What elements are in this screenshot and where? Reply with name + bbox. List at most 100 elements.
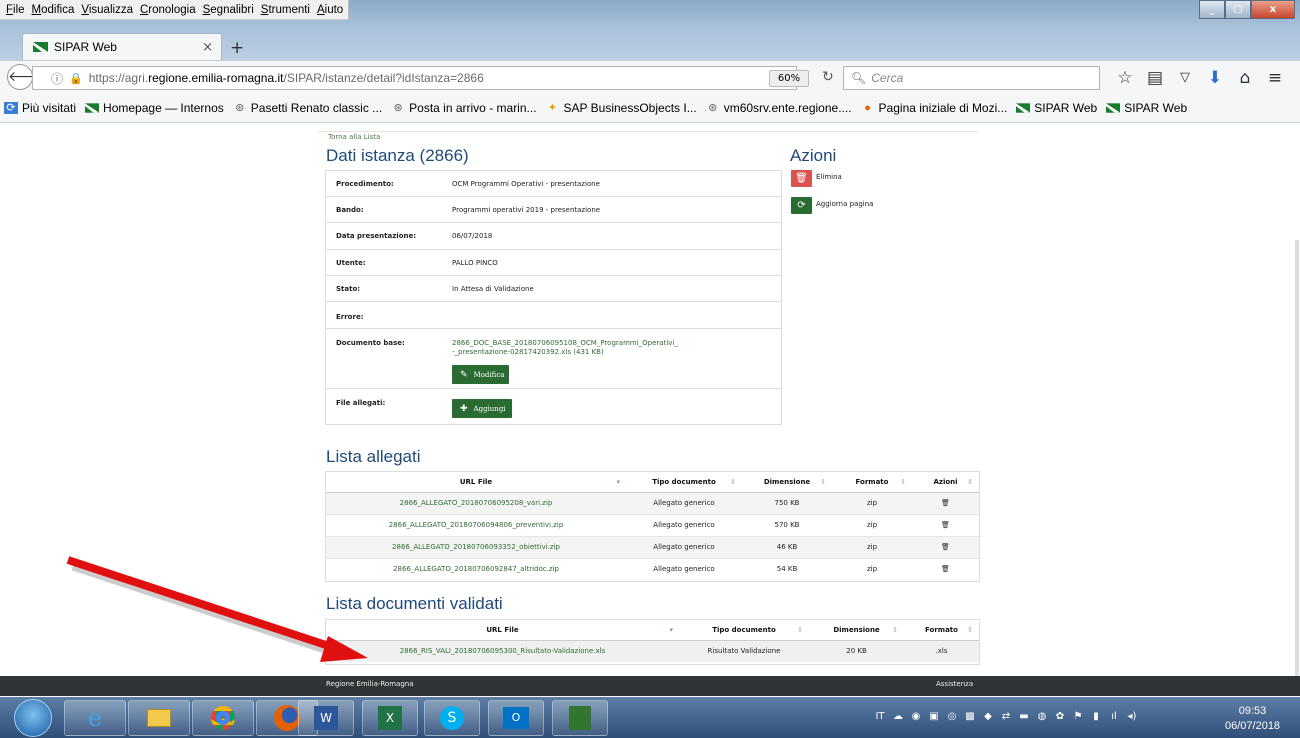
bookmark-item[interactable]: SIPAR Web bbox=[1016, 101, 1097, 115]
tray-signal-icon[interactable]: ıl bbox=[1106, 710, 1122, 724]
tray-security-icon[interactable]: ◆ bbox=[980, 710, 996, 724]
maximize-button[interactable]: ▢ bbox=[1225, 0, 1251, 19]
delete-icon[interactable]: 🗑︎ bbox=[912, 557, 979, 580]
tray-display-icon[interactable]: ▬ bbox=[1016, 710, 1032, 724]
menu-segnalibri[interactable]: Segnalibri bbox=[203, 4, 254, 16]
taskbar-app[interactable]: O bbox=[488, 700, 544, 736]
tipo-cell: Risultato Validazione bbox=[679, 639, 809, 662]
menu-file[interactable]: File bbox=[6, 4, 25, 16]
tab-close-icon[interactable]: × bbox=[202, 40, 213, 55]
taskbar-app[interactable]: W bbox=[298, 700, 354, 736]
minimize-button[interactable]: _ bbox=[1199, 0, 1225, 19]
col-formato[interactable]: Formato ⇕ bbox=[832, 473, 912, 493]
taskbar-clock[interactable]: 09:53 06/07/2018 bbox=[1225, 704, 1280, 734]
tray-cloud-icon[interactable]: ☁ bbox=[890, 710, 906, 724]
col-tipo-documento[interactable]: Tipo documento ⇕ bbox=[626, 473, 742, 493]
sort-desc-icon: ▾ bbox=[669, 626, 673, 634]
tray-network-icon[interactable]: ⇄ bbox=[998, 710, 1014, 724]
delete-icon[interactable]: 🗑︎ bbox=[912, 535, 979, 558]
documento-base-link[interactable]: 2866_DOC_BASE_20180706095108_OCM_Program… bbox=[452, 339, 678, 357]
bookmark-star-icon[interactable]: ☆ bbox=[1110, 66, 1140, 90]
file-link[interactable]: 2866_ALLEGATO_20180706095208_vari.zip bbox=[326, 491, 626, 514]
info-icon[interactable]: ⓘ bbox=[51, 70, 63, 87]
field-row: Stato: In Attesa di Validazione bbox=[326, 276, 781, 302]
taskbar-app[interactable]: S bbox=[424, 700, 480, 736]
taskbar-app[interactable]: e bbox=[64, 700, 126, 736]
taskbar-app[interactable]: X bbox=[362, 700, 418, 736]
tray-app-icon[interactable]: ▩ bbox=[962, 710, 978, 724]
bookmark-item[interactable]: ⊛ vm60srv.ente.regione.... bbox=[706, 101, 851, 115]
language-indicator[interactable]: IT bbox=[872, 710, 888, 724]
table-row: 2866_ALLEGATO_20180706093352_obiettivi.z… bbox=[326, 535, 979, 558]
bookmark-item[interactable]: Homepage — Internos bbox=[85, 101, 224, 115]
file-explorer-icon bbox=[147, 709, 171, 727]
regione-flag-icon bbox=[1106, 102, 1121, 113]
bookmark-item[interactable]: SIPAR Web bbox=[1106, 101, 1187, 115]
browser-tab-sipar[interactable]: SIPAR Web × bbox=[22, 33, 222, 60]
delete-icon[interactable]: 🗑︎ bbox=[912, 491, 979, 514]
file-link[interactable]: 2866_ALLEGATO_20180706093352_obiettivi.z… bbox=[326, 535, 626, 558]
aggiungi-button[interactable]: ✚ Aggiungi bbox=[452, 399, 512, 418]
search-placeholder: Cerca bbox=[871, 71, 904, 85]
taskbar-app[interactable] bbox=[128, 700, 190, 736]
file-link[interactable]: 2866_ALLEGATO_20180706094806_preventivi.… bbox=[326, 513, 626, 536]
zoom-indicator[interactable]: 60% bbox=[769, 70, 809, 87]
file-link[interactable]: 2866_ALLEGATO_20180706092847_altridoc.zi… bbox=[326, 557, 626, 580]
col-formato[interactable]: Formato ⇕ bbox=[904, 621, 979, 641]
col-azioni[interactable]: Azioni ⇕ bbox=[912, 473, 979, 493]
menu-aiuto[interactable]: Aiuto bbox=[317, 4, 343, 16]
search-box[interactable]: 🔍︎ Cerca bbox=[843, 66, 1100, 90]
close-window-button[interactable]: x bbox=[1251, 0, 1295, 19]
bookmark-item[interactable]: ⊛ Pasetti Renato classic ... bbox=[233, 101, 382, 115]
bookmark-item[interactable]: ⟳ Più visitati bbox=[4, 101, 76, 115]
start-button[interactable] bbox=[14, 699, 52, 737]
back-button[interactable]: 🡐 bbox=[7, 64, 46, 90]
tray-outlook-icon[interactable]: ▣ bbox=[926, 710, 942, 724]
menu-modifica[interactable]: Modifica bbox=[32, 4, 75, 16]
downloads-icon[interactable]: ⬇ bbox=[1200, 66, 1230, 90]
col-dimensione[interactable]: Dimensione ⇕ bbox=[742, 473, 832, 493]
bookmark-item[interactable]: ⊛ Posta in arrivo - marin... bbox=[391, 101, 537, 115]
col-url-file[interactable]: URL File ▾ bbox=[326, 621, 679, 641]
file-link[interactable]: 2866_RIS_VALI_20180706095300_Risultato-V… bbox=[326, 639, 679, 662]
footer-assistenza-link[interactable]: Assistenza bbox=[936, 680, 973, 688]
modifica-button[interactable]: ✎ Modifica bbox=[452, 365, 509, 384]
page-scrollbar[interactable] bbox=[1295, 240, 1299, 680]
reading-list-icon[interactable]: ▤ bbox=[1140, 66, 1170, 90]
system-tray: IT ☁ ◉ ▣ ◎ ▩ ◆ ⇄ ▬ ◍ ✿ ⚑ ▮ ıl ◂) bbox=[872, 710, 1142, 724]
col-url-file[interactable]: URL File ▾ bbox=[326, 473, 626, 493]
home-icon[interactable]: ⌂ bbox=[1230, 66, 1260, 90]
tray-app-icon[interactable]: ✿ bbox=[1052, 710, 1068, 724]
delete-icon[interactable]: 🗑︎ bbox=[912, 513, 979, 536]
menu-visualizza[interactable]: Visualizza bbox=[81, 4, 133, 16]
taskbar-app[interactable] bbox=[552, 700, 608, 736]
top-divider bbox=[318, 123, 978, 132]
bookmark-item[interactable]: ✦ SAP BusinessObjects I... bbox=[546, 101, 697, 115]
tray-chrome-icon[interactable]: ◎ bbox=[944, 710, 960, 724]
reload-icon[interactable]: ↻ bbox=[822, 69, 834, 85]
menu-cronologia[interactable]: Cronologia bbox=[140, 4, 196, 16]
tray-app-icon[interactable]: ◍ bbox=[1034, 710, 1050, 724]
tray-power-icon[interactable]: ▮ bbox=[1088, 710, 1104, 724]
bookmark-item[interactable]: ● Pagina iniziale di Mozi... bbox=[861, 101, 1007, 115]
elimina-action[interactable]: 🗑︎ Elimina bbox=[791, 170, 842, 187]
menu-hamburger-icon[interactable]: ≡ bbox=[1260, 66, 1290, 90]
tray-skype-icon[interactable]: ◉ bbox=[908, 710, 924, 724]
new-tab-button[interactable]: + bbox=[230, 38, 244, 58]
aggiorna-label: Aggiorna pagina bbox=[816, 200, 874, 208]
tipo-cell: Allegato generico bbox=[626, 535, 742, 558]
field-label: Bando: bbox=[336, 206, 364, 214]
aggiorna-pagina-action[interactable]: ⟳ Aggiorna pagina bbox=[791, 197, 873, 214]
pocket-icon[interactable]: ▽ bbox=[1170, 66, 1200, 90]
col-dimensione[interactable]: Dimensione ⇕ bbox=[809, 621, 904, 641]
taskbar-app[interactable] bbox=[192, 700, 254, 736]
tray-flag-icon[interactable]: ⚑ bbox=[1070, 710, 1086, 724]
tray-volume-icon[interactable]: ◂) bbox=[1124, 710, 1140, 724]
col-tipo-documento[interactable]: Tipo documento ⇕ bbox=[679, 621, 809, 641]
url-bar[interactable]: ⓘ 🔒 https://agri.regione.emilia-romagna.… bbox=[32, 66, 797, 90]
back-to-list-link[interactable]: Torna alla Lista bbox=[328, 133, 380, 141]
field-label: Data presentazione: bbox=[336, 232, 417, 240]
menu-strumenti[interactable]: Strumenti bbox=[261, 4, 310, 16]
menu-bar: File Modifica Visualizza Cronologia Segn… bbox=[0, 0, 350, 20]
format-cell: zip bbox=[832, 535, 912, 558]
